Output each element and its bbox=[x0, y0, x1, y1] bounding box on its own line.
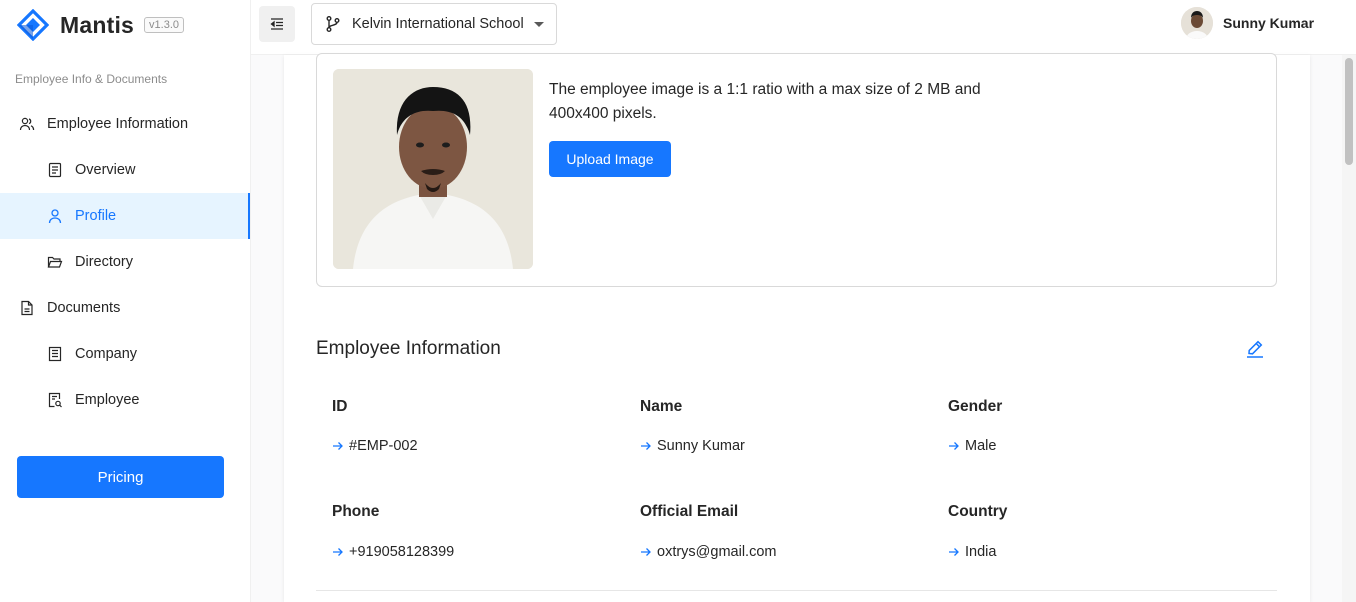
sidebar-item-overview[interactable]: Overview bbox=[0, 147, 250, 193]
sidebar-item-label: Profile bbox=[75, 208, 117, 224]
edit-icon[interactable] bbox=[1245, 339, 1265, 359]
upload-image-button[interactable]: Upload Image bbox=[549, 141, 671, 177]
section-title: Employee Information bbox=[316, 338, 501, 359]
field-value-gender: Male bbox=[948, 438, 996, 454]
arrow-right-icon bbox=[949, 548, 959, 556]
school-select-value: Kelvin International School bbox=[352, 16, 524, 32]
menu-toggle-button[interactable] bbox=[259, 6, 295, 42]
sidebar-item-label: Company bbox=[75, 346, 138, 362]
sidebar-item-label: Documents bbox=[47, 300, 121, 316]
version-badge: v1.3.0 bbox=[144, 17, 185, 33]
top-header: Kelvin International School Sunny Kumar bbox=[251, 0, 1356, 55]
file-text-icon bbox=[46, 161, 64, 179]
profile-card: The employee image is a 1:1 ratio with a… bbox=[284, 53, 1310, 602]
field-label-official-email: Official Email bbox=[640, 503, 739, 520]
user-profile-menu[interactable]: Sunny Kumar bbox=[1181, 7, 1314, 39]
vertical-scrollbar[interactable] bbox=[1342, 55, 1356, 602]
sidebar-item-documents[interactable]: Documents bbox=[0, 285, 250, 331]
git-branch-icon bbox=[326, 16, 340, 32]
sidebar-item-directory[interactable]: Directory bbox=[0, 239, 250, 285]
sidebar-item-profile[interactable]: Profile bbox=[0, 193, 250, 239]
sidebar-item-label: Overview bbox=[75, 162, 136, 178]
sidebar-item-employee-information[interactable]: Employee Information bbox=[0, 101, 250, 147]
school-select[interactable]: Kelvin International School bbox=[311, 3, 557, 45]
arrow-right-icon bbox=[333, 548, 343, 556]
chevron-down-icon bbox=[534, 22, 544, 27]
employee-photo bbox=[333, 69, 533, 269]
field-value-country: India bbox=[948, 544, 996, 560]
field-value-name: Sunny Kumar bbox=[640, 438, 745, 454]
field-label-gender: Gender bbox=[948, 398, 1003, 415]
sidebar-item-label: Employee Information bbox=[47, 116, 189, 132]
sidebar: Mantis v1.3.0 Employee Info & Documents … bbox=[0, 0, 251, 602]
field-value-id: #EMP-002 bbox=[332, 438, 418, 454]
arrow-right-icon bbox=[641, 548, 651, 556]
field-label-country: Country bbox=[948, 503, 1008, 520]
sidebar-item-label: Employee bbox=[75, 392, 140, 408]
menu-collapse-icon bbox=[270, 18, 283, 30]
logo[interactable]: Mantis v1.3.0 bbox=[17, 9, 185, 41]
divider bbox=[316, 590, 1277, 591]
app-name: Mantis bbox=[60, 11, 135, 38]
field-label-id: ID bbox=[332, 398, 348, 415]
nav-group-title: Employee Info & Documents bbox=[15, 72, 168, 86]
user-icon bbox=[46, 207, 64, 225]
field-label-name: Name bbox=[640, 398, 683, 415]
field-value-phone: +919058128399 bbox=[332, 544, 454, 560]
field-label-phone: Phone bbox=[332, 503, 380, 520]
image-requirements-text: The employee image is a 1:1 ratio with a… bbox=[549, 81, 981, 122]
user-name: Sunny Kumar bbox=[1223, 15, 1315, 31]
building-icon bbox=[46, 345, 64, 363]
employee-image-section: The employee image is a 1:1 ratio with a… bbox=[316, 53, 1277, 287]
mantis-logo-icon bbox=[17, 9, 49, 41]
sidebar-item-company[interactable]: Company bbox=[0, 331, 250, 377]
arrow-right-icon bbox=[949, 442, 959, 450]
arrow-right-icon bbox=[333, 442, 343, 450]
file-search-icon bbox=[46, 391, 64, 409]
arrow-right-icon bbox=[641, 442, 651, 450]
file-icon bbox=[18, 299, 36, 317]
scrollbar-thumb[interactable] bbox=[1345, 58, 1353, 165]
users-icon bbox=[18, 115, 36, 133]
folder-open-icon bbox=[46, 253, 64, 271]
sidebar-item-employee[interactable]: Employee bbox=[0, 377, 250, 423]
avatar bbox=[1181, 7, 1213, 39]
pricing-button[interactable]: Pricing bbox=[17, 456, 224, 498]
field-value-official-email: oxtrys@gmail.com bbox=[640, 544, 776, 560]
sidebar-item-label: Directory bbox=[75, 254, 134, 270]
